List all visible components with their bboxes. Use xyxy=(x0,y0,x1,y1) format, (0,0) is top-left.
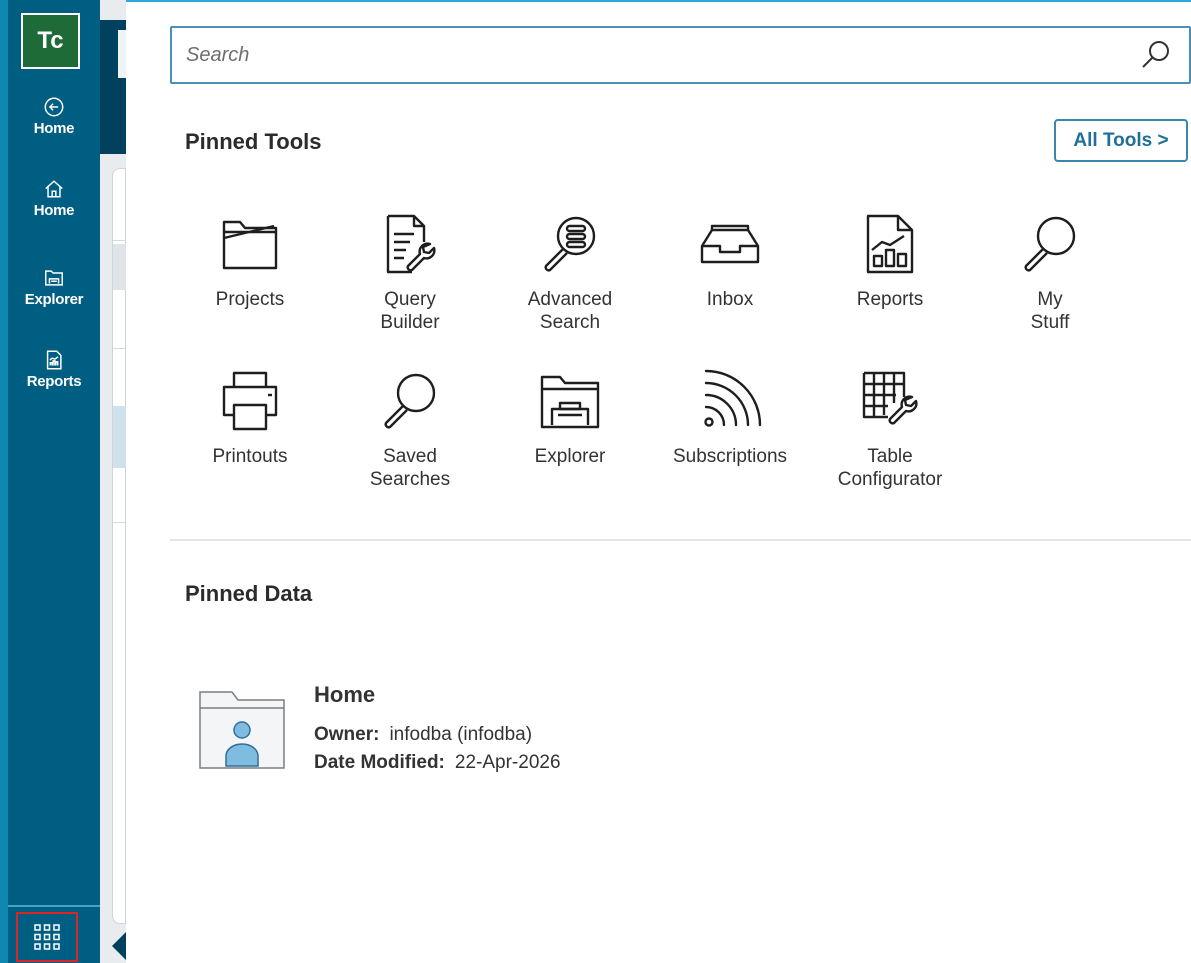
rail-item-reports[interactable]: Reports xyxy=(8,349,100,390)
back-circle-icon xyxy=(44,97,64,117)
background-divider xyxy=(113,240,126,241)
teamcenter-logo[interactable]: Tc xyxy=(21,13,80,69)
rail-item-label: Home xyxy=(33,120,75,137)
tool-inbox[interactable]: Inbox xyxy=(655,212,805,311)
magnifier-icon xyxy=(1024,216,1076,272)
tool-label: Inbox xyxy=(706,289,754,310)
tool-label: Advanced Search xyxy=(527,289,613,333)
tool-saved-searches[interactable]: Saved Searches xyxy=(335,369,485,491)
explorer-folder-icon xyxy=(540,375,600,429)
tool-label: Table Configurator xyxy=(837,446,943,490)
tool-advanced-search[interactable]: Advanced Search xyxy=(495,212,645,334)
app-launcher-panel: Pinned Tools All Tools > Projects Query … xyxy=(126,0,1191,963)
tool-reports[interactable]: Reports xyxy=(815,212,965,311)
search-input[interactable] xyxy=(172,28,1137,82)
home-folder-user-icon xyxy=(199,691,285,769)
tool-label: Subscriptions xyxy=(672,446,788,467)
reports-icon xyxy=(866,214,914,274)
tool-table-configurator[interactable]: Table Configurator xyxy=(815,369,965,491)
rail-item-back-home[interactable]: Home xyxy=(8,96,100,137)
tool-label: Projects xyxy=(215,289,285,310)
owner-value: infodba (infodba) xyxy=(389,724,533,745)
search-icon[interactable] xyxy=(1137,35,1177,75)
date-modified-value: 22-Apr-2026 xyxy=(454,752,561,773)
pinned-tools-title: Pinned Tools xyxy=(185,129,322,154)
rail-item-label: Home xyxy=(33,202,75,219)
pinned-data-name: Home xyxy=(314,682,376,707)
pinned-data-item-home[interactable]: Home Owner: infodba (infodba) Date Modifi… xyxy=(198,682,718,782)
background-header xyxy=(100,20,126,154)
tool-label: Query Builder xyxy=(380,289,440,333)
inbox-icon xyxy=(700,224,760,264)
grid-icon xyxy=(34,924,60,950)
rail-item-label: Explorer xyxy=(24,291,84,308)
magnifier-icon xyxy=(384,373,436,429)
tool-label: Reports xyxy=(856,289,924,310)
tool-query-builder[interactable]: Query Builder xyxy=(335,212,485,334)
tool-my-stuff[interactable]: My Stuff xyxy=(975,212,1125,334)
advanced-search-icon xyxy=(544,216,596,272)
date-modified-row: Date Modified: 22-Apr-2026 xyxy=(314,752,561,774)
search-box xyxy=(170,26,1191,84)
owner-row: Owner: infodba (infodba) xyxy=(314,724,532,746)
tool-label: Explorer xyxy=(534,446,606,467)
tool-label: My Stuff xyxy=(1030,289,1070,333)
rail-footer xyxy=(8,905,100,963)
subscriptions-icon xyxy=(704,369,762,427)
table-configurator-icon xyxy=(862,371,918,425)
background-divider xyxy=(113,348,126,349)
rail-item-home[interactable]: Home xyxy=(8,178,100,219)
tool-projects[interactable]: Projects xyxy=(175,212,325,311)
home-icon xyxy=(45,180,63,198)
background-row xyxy=(113,244,126,290)
rail-item-explorer[interactable]: Explorer xyxy=(8,267,100,308)
background-tile xyxy=(118,30,126,78)
background-page-edge xyxy=(100,0,126,963)
date-modified-label: Date Modified: xyxy=(314,752,445,773)
app-launcher-button[interactable] xyxy=(16,912,78,962)
projects-folder-icon xyxy=(222,220,278,270)
owner-label: Owner: xyxy=(314,724,380,745)
query-builder-icon xyxy=(386,214,436,274)
tool-label: Printouts xyxy=(212,446,288,467)
tool-subscriptions[interactable]: Subscriptions xyxy=(655,369,805,468)
background-selected-row xyxy=(113,406,126,468)
reports-icon xyxy=(46,350,62,370)
pinned-data-title: Pinned Data xyxy=(185,581,313,606)
tool-printouts[interactable]: Printouts xyxy=(175,369,325,468)
background-divider xyxy=(113,522,126,523)
rail-item-label: Reports xyxy=(26,373,82,390)
explorer-icon xyxy=(45,270,63,286)
tool-label: Saved Searches xyxy=(369,446,451,490)
navigation-rail: Tc Home Home Explorer Reports xyxy=(0,0,100,963)
section-divider xyxy=(170,539,1191,541)
printer-icon xyxy=(222,371,278,431)
tool-explorer[interactable]: Explorer xyxy=(495,369,645,468)
all-tools-button[interactable]: All Tools > xyxy=(1054,119,1188,162)
